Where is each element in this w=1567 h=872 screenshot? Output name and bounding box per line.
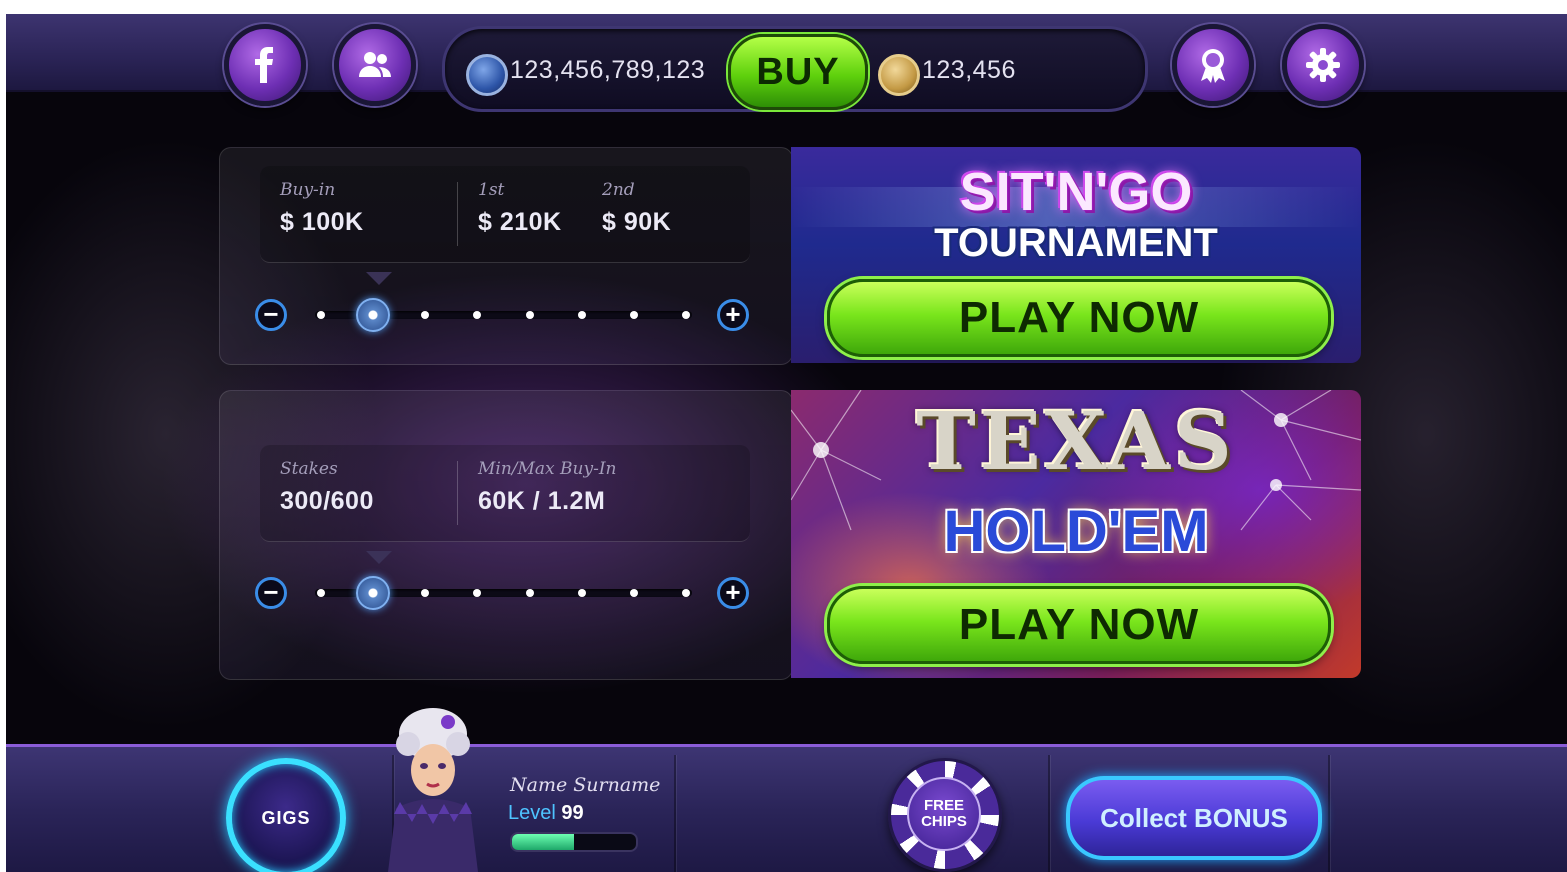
- buy-button[interactable]: BUY: [728, 34, 868, 110]
- blue-chip-icon: [466, 54, 508, 96]
- buyin-label: Buy-in: [280, 180, 336, 200]
- separator: [1328, 755, 1330, 872]
- free-chips-label: FREE CHIPS: [907, 777, 981, 851]
- stakes-slider[interactable]: [315, 576, 692, 610]
- first-prize-value: $ 210K: [478, 208, 562, 236]
- holdem-info-box: Stakes 300/600 Min/Max Buy-In 60K / 1.2M: [260, 445, 750, 542]
- stakes-value: 300/600: [280, 487, 374, 515]
- holdem-play-now-button[interactable]: PLAY NOW: [827, 586, 1331, 664]
- slider-knob[interactable]: [356, 576, 391, 610]
- first-prize-label: 1st: [478, 180, 505, 200]
- texas-title: TEXAS: [916, 394, 1236, 488]
- divider: [457, 182, 458, 246]
- slider-step-dot[interactable]: [421, 589, 430, 597]
- second-prize-value: $ 90K: [602, 208, 672, 236]
- settings-button[interactable]: [1282, 24, 1364, 106]
- slider-step-dot[interactable]: [525, 589, 534, 597]
- slider-step-dot[interactable]: [473, 589, 482, 597]
- gigs-label: GIGS: [261, 807, 311, 828]
- chips-balance: 123,456,789,123: [510, 56, 706, 84]
- player-avatar[interactable]: [378, 704, 488, 872]
- slider-step-dot[interactable]: [577, 589, 586, 597]
- increase-buyin-button[interactable]: +: [717, 299, 749, 331]
- slider-step-dot[interactable]: [629, 311, 638, 319]
- slider-step-dot[interactable]: [317, 589, 325, 597]
- free-chips-button[interactable]: FREE CHIPS: [888, 758, 1002, 872]
- slider-step-dot[interactable]: [525, 311, 534, 319]
- sitngo-title: SIT'N'GO: [959, 162, 1193, 222]
- decrease-stakes-button[interactable]: −: [255, 577, 287, 609]
- level-value: 99: [561, 802, 584, 824]
- slider-step-dot[interactable]: [629, 589, 638, 597]
- slider-pointer: [366, 551, 392, 564]
- stakes-label: Stakes: [280, 459, 338, 479]
- holdem-banner: TEXAS HOLD'EM PLAY NOW: [791, 390, 1361, 678]
- increase-stakes-button[interactable]: +: [717, 577, 749, 609]
- slider-pointer: [366, 272, 392, 285]
- divider: [457, 461, 458, 525]
- decrease-buyin-button[interactable]: −: [255, 299, 287, 331]
- facebook-icon: [255, 47, 273, 83]
- gear-icon: [1306, 48, 1340, 82]
- separator: [1048, 755, 1050, 872]
- free-chips-line2: CHIPS: [921, 813, 967, 830]
- holdem-settings-panel: Stakes 300/600 Min/Max Buy-In 60K / 1.2M…: [219, 390, 793, 680]
- ribbon-icon: [1201, 49, 1225, 83]
- sitngo-settings-panel: Buy-in $ 100K 1st $ 210K 2nd $ 90K − +: [219, 147, 793, 365]
- collect-bonus-button[interactable]: Collect BONUS: [1066, 776, 1322, 860]
- minmax-buyin-value: 60K / 1.2M: [478, 487, 606, 515]
- free-chips-line1: FREE: [923, 797, 964, 814]
- gold-coin-icon: [878, 54, 920, 96]
- slider-step-dot[interactable]: [473, 311, 482, 319]
- player-level: Level 99: [508, 802, 584, 825]
- facebook-button[interactable]: [224, 24, 306, 106]
- xp-progress-bar: [510, 832, 638, 852]
- achievements-button[interactable]: [1172, 24, 1254, 106]
- game-lobby: 123,456,789,123 BUY 123,456 Buy-in $ 100…: [6, 14, 1567, 872]
- sitngo-banner: SIT'N'GO TOURNAMENT PLAY NOW: [791, 147, 1361, 363]
- buyin-value: $ 100K: [280, 208, 364, 236]
- second-prize-label: 2nd: [602, 180, 635, 200]
- slider-step-dot[interactable]: [577, 311, 586, 319]
- tournament-title: TOURNAMENT: [934, 221, 1218, 265]
- slider-knob[interactable]: [356, 298, 391, 332]
- friends-icon: [359, 52, 391, 77]
- level-label: Level: [508, 802, 556, 824]
- slider-step-dot[interactable]: [421, 311, 430, 319]
- slider-step-dot[interactable]: [682, 311, 690, 319]
- xp-progress-fill: [512, 834, 574, 850]
- sitngo-info-box: Buy-in $ 100K 1st $ 210K 2nd $ 90K: [260, 166, 750, 263]
- gold-balance: 123,456: [922, 56, 1016, 84]
- separator: [674, 755, 676, 872]
- friends-button[interactable]: [334, 24, 416, 106]
- gigs-button[interactable]: GIGS: [226, 758, 346, 872]
- holdem-title: HOLD'EM: [943, 499, 1209, 564]
- player-name: Name Surname: [510, 774, 661, 796]
- buyin-slider[interactable]: [315, 298, 692, 332]
- minmax-buyin-label: Min/Max Buy-In: [478, 459, 617, 479]
- slider-step-dot[interactable]: [682, 589, 690, 597]
- sitngo-play-now-button[interactable]: PLAY NOW: [827, 279, 1331, 357]
- slider-step-dot[interactable]: [317, 311, 325, 319]
